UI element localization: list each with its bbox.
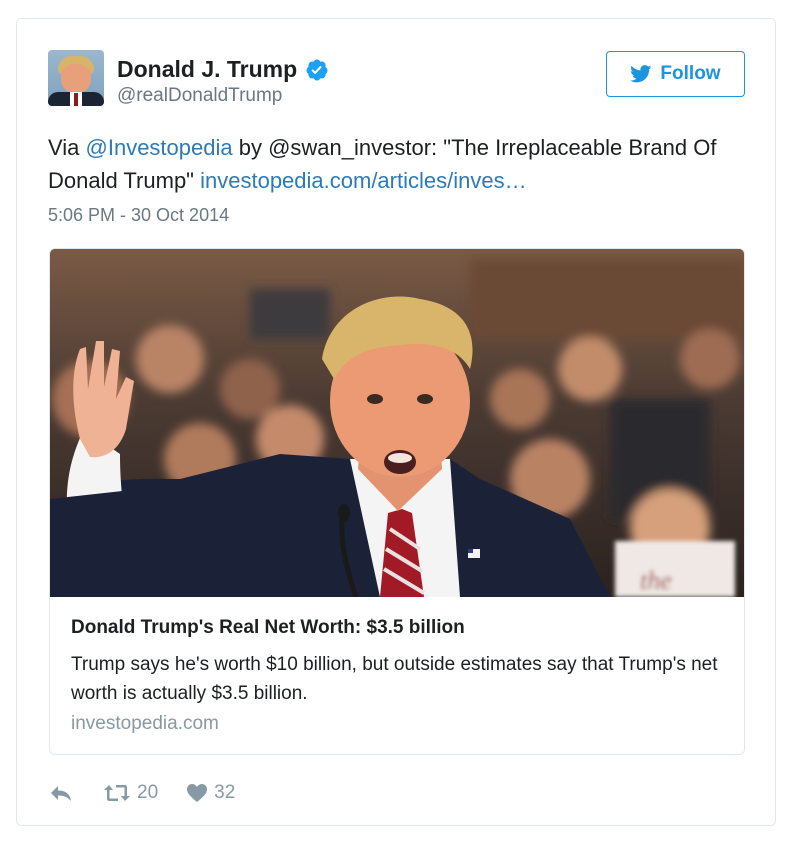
card-description: Trump says he's worth $10 billion, but o… [71,654,718,704]
author-name-text[interactable]: Donald J. Trump [117,56,297,83]
follow-button[interactable]: Follow [606,51,745,97]
link-card[interactable]: the Donald Trump's Real Net Worth: $3.5 … [49,248,745,755]
tweet-text-prefix: Via [48,135,86,160]
verified-badge-icon [306,59,328,80]
author-name[interactable]: Donald J. Trump [117,56,329,83]
like-count: 32 [214,782,236,803]
reply-button[interactable] [49,783,73,803]
action-bar: 20 32 [49,779,235,807]
twitter-bird-icon [630,65,652,83]
card-image: the [50,249,744,597]
retweet-button[interactable]: 20 [103,782,158,804]
mention-investopedia-link[interactable]: @Investopedia [86,135,233,160]
author-handle[interactable]: @realDonaldTrump [117,85,282,107]
retweet-count: 20 [137,782,159,803]
like-button[interactable]: 32 [186,782,235,804]
card-domain: investopedia.com [71,713,219,734]
sign-text: the [640,566,672,595]
tweet-text: Via @Investopedia by @swan_investor: "Th… [48,131,748,197]
article-link[interactable]: investopedia.com/articles/inves… [200,168,526,193]
retweet-icon [104,785,130,801]
follow-button-label: Follow [660,63,721,84]
reply-icon [51,786,71,801]
card-photo-illustration: the [50,249,744,597]
tweet-embed: Donald J. Trump @realDonaldTrump Follow … [16,18,776,826]
heart-icon [187,784,208,802]
card-title[interactable]: Donald Trump's Real Net Worth: $3.5 bill… [71,617,465,639]
avatar[interactable] [48,50,104,106]
tweet-timestamp[interactable]: 5:06 PM - 30 Oct 2014 [48,205,229,226]
